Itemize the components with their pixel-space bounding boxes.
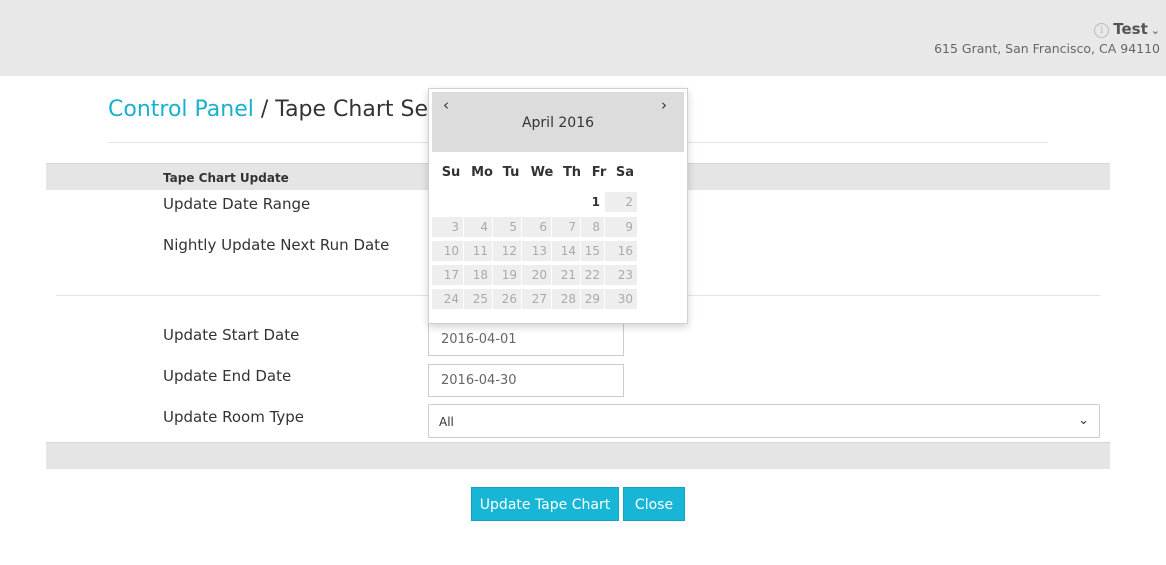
- calendar-day: 22: [581, 265, 604, 285]
- calendar-day: 24: [432, 289, 463, 309]
- user-menu[interactable]: i Test ⌄ 615 Grant, San Francisco, CA 9411…: [934, 20, 1160, 56]
- calendar-day: 23: [605, 265, 637, 285]
- end-date-label: Update End Date: [163, 367, 292, 385]
- datepicker-header: ‹ › April 2016: [432, 92, 684, 152]
- calendar-day: 21: [552, 265, 580, 285]
- update-tape-chart-button[interactable]: Update Tape Chart: [471, 487, 619, 521]
- weekday-header: Sa: [615, 165, 635, 180]
- calendar-day: 10: [432, 241, 463, 261]
- calendar-day: 28: [552, 289, 580, 309]
- info-icon: i: [1094, 23, 1110, 38]
- weekday-header: Tu: [502, 165, 520, 180]
- weekday-header: We: [530, 165, 554, 180]
- calendar-day: 3: [432, 217, 463, 237]
- next-month-icon[interactable]: ›: [656, 96, 672, 114]
- calendar-day[interactable]: 1: [581, 192, 604, 212]
- prev-month-icon[interactable]: ‹: [438, 96, 454, 114]
- weekday-header: Th: [562, 165, 582, 180]
- nightly-next-run-label: Nightly Update Next Run Date: [163, 236, 390, 254]
- page-title: Control Panel / Tape Chart Se: [108, 97, 428, 122]
- calendar-day: 19: [493, 265, 521, 285]
- end-date-input[interactable]: 2016-04-30: [428, 364, 624, 397]
- calendar-day: 12: [493, 241, 521, 261]
- chevron-down-icon: ⌄: [1078, 413, 1089, 428]
- room-type-selected: All: [439, 415, 454, 429]
- property-address: 615 Grant, San Francisco, CA 94110: [934, 41, 1160, 56]
- calendar-day: 18: [464, 265, 492, 285]
- section-title: Tape Chart Update: [163, 171, 289, 185]
- start-date-input[interactable]: 2016-04-01: [428, 323, 624, 356]
- datepicker-popup: ‹ › April 2016 Su Mo Tu We Th Fr Sa 1 2 3 4 5 6 7 8 9 10…: [428, 88, 688, 324]
- calendar-day: 20: [522, 265, 551, 285]
- breadcrumb-current: Tape Chart Se: [275, 97, 429, 122]
- room-type-label: Update Room Type: [163, 408, 305, 426]
- close-button[interactable]: Close: [623, 487, 685, 521]
- calendar-day: 15: [581, 241, 604, 261]
- chevron-down-icon[interactable]: ⌄: [1151, 24, 1160, 37]
- calendar-day: 8: [581, 217, 604, 237]
- datepicker-month-title[interactable]: April 2016: [432, 115, 684, 131]
- weekday-header: Fr: [591, 165, 607, 180]
- footer-band: [46, 442, 1110, 469]
- calendar-day: 29: [581, 289, 604, 309]
- breadcrumb-separator: /: [253, 97, 276, 122]
- room-type-select[interactable]: All ⌄: [428, 404, 1100, 438]
- breadcrumb-control-panel[interactable]: Control Panel: [108, 97, 254, 122]
- calendar-day: 26: [493, 289, 521, 309]
- weekday-header: Mo: [471, 165, 493, 180]
- calendar-day: 9: [605, 217, 637, 237]
- user-name[interactable]: Test: [1113, 20, 1148, 38]
- calendar-day: 11: [464, 241, 492, 261]
- calendar-day: 6: [522, 217, 551, 237]
- calendar-day: 17: [432, 265, 463, 285]
- calendar-day: 30: [605, 289, 637, 309]
- update-date-range-label: Update Date Range: [163, 195, 311, 213]
- start-date-label: Update Start Date: [163, 326, 300, 344]
- calendar-day: 2: [605, 192, 637, 212]
- weekday-header: Su: [441, 165, 461, 180]
- top-bar: i Test ⌄ 615 Grant, San Francisco, CA 9411…: [0, 0, 1166, 76]
- calendar-day: 13: [522, 241, 551, 261]
- calendar-day: 14: [552, 241, 580, 261]
- calendar-day: 25: [464, 289, 492, 309]
- calendar-day: 27: [522, 289, 551, 309]
- calendar-day: 5: [493, 217, 521, 237]
- calendar-day: 16: [605, 241, 637, 261]
- calendar-day: 4: [464, 217, 492, 237]
- calendar-day: 7: [552, 217, 580, 237]
- user-line[interactable]: i Test ⌄: [934, 20, 1160, 38]
